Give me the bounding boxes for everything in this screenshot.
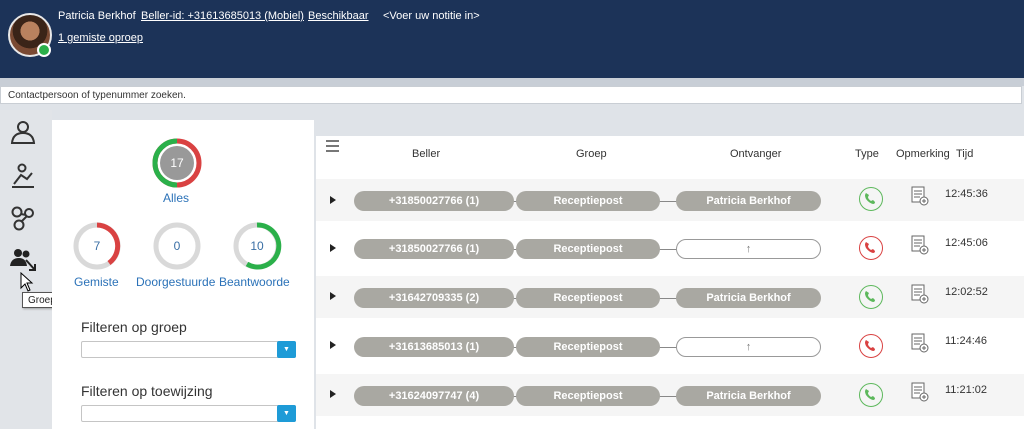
- presence-status-icon: [37, 43, 51, 57]
- add-note-icon[interactable]: [911, 333, 929, 353]
- expand-arrow-icon[interactable]: [330, 292, 336, 300]
- call-time: 12:45:06: [945, 237, 988, 249]
- mouse-cursor-icon: [20, 271, 34, 292]
- sidebar: [0, 110, 52, 429]
- group-pill[interactable]: Receptiepost: [516, 288, 660, 308]
- call-time: 12:45:36: [945, 188, 988, 200]
- header-type[interactable]: Type: [855, 148, 879, 160]
- call-stats-panel: 17 Alles 7 Gemiste 0 Doorgestuurde 10 Be…: [52, 120, 314, 429]
- missed-calls-link[interactable]: 1 gemiste oproep: [58, 32, 143, 44]
- expand-arrow-icon[interactable]: [330, 196, 336, 204]
- total-ring[interactable]: 17: [151, 137, 203, 189]
- assignment-filter-select[interactable]: ▼: [81, 405, 296, 422]
- transfer-icon[interactable]: [9, 162, 37, 190]
- add-note-icon[interactable]: [911, 382, 929, 402]
- contact-icon[interactable]: [9, 118, 37, 146]
- caller-pill[interactable]: +31613685013 (1): [354, 337, 514, 357]
- missed-count: 7: [93, 239, 101, 253]
- missed-ring[interactable]: 7: [72, 221, 122, 271]
- header-group[interactable]: Groep: [576, 148, 607, 160]
- receiver-pill[interactable]: ↑: [676, 337, 821, 357]
- call-time: 12:02:52: [945, 286, 988, 298]
- missed-label[interactable]: Gemiste: [74, 275, 119, 289]
- top-bar: Patricia Berkhof Beller-id: +31613685013…: [0, 0, 1024, 78]
- group-icon[interactable]: [9, 204, 37, 232]
- expand-arrow-icon[interactable]: [330, 341, 336, 349]
- header-receiver[interactable]: Ontvanger: [730, 148, 781, 160]
- receiver-pill[interactable]: Patricia Berkhof: [676, 191, 821, 211]
- assignment-filter-label: Filteren op toewijzing: [81, 383, 213, 399]
- search-input[interactable]: [0, 86, 1022, 104]
- group-pill[interactable]: Receptiepost: [516, 191, 660, 211]
- header-divider: [0, 78, 1024, 86]
- forwarded-ring[interactable]: 0: [152, 221, 202, 271]
- chevron-down-icon[interactable]: ▼: [277, 405, 296, 422]
- receiver-pill[interactable]: ↑: [676, 239, 821, 259]
- phone-icon: [859, 236, 883, 260]
- header-time[interactable]: Tijd: [956, 148, 973, 160]
- group-pill[interactable]: Receptiepost: [516, 386, 660, 406]
- receiver-pill[interactable]: Patricia Berkhof: [676, 386, 821, 406]
- group-pill[interactable]: Receptiepost: [516, 337, 660, 357]
- caller-pill[interactable]: +31850027766 (1): [354, 239, 514, 259]
- caller-pill[interactable]: +31850027766 (1): [354, 191, 514, 211]
- chevron-down-icon[interactable]: ▼: [277, 341, 296, 358]
- caller-pill[interactable]: +31642709335 (2): [354, 288, 514, 308]
- call-time: 11:21:02: [945, 384, 988, 396]
- status-link[interactable]: Beschikbaar: [308, 10, 369, 22]
- caller-id-link[interactable]: Beller-id: +31613685013 (Mobiel): [141, 10, 304, 22]
- group-pill[interactable]: Receptiepost: [516, 239, 660, 259]
- group-filter-select[interactable]: ▼: [81, 341, 296, 358]
- phone-icon: [859, 187, 883, 211]
- answered-label[interactable]: Beantwoorde: [219, 275, 290, 289]
- expand-arrow-icon[interactable]: [330, 390, 336, 398]
- note-field[interactable]: <Voer uw notitie in>: [383, 10, 480, 22]
- forwarded-label[interactable]: Doorgestuurde: [136, 275, 218, 289]
- add-note-icon[interactable]: [911, 235, 929, 255]
- phone-icon: [859, 285, 883, 309]
- menu-icon[interactable]: [326, 140, 339, 152]
- answered-ring[interactable]: 10: [232, 221, 282, 271]
- expand-arrow-icon[interactable]: [330, 244, 336, 252]
- header-note[interactable]: Opmerking: [896, 148, 950, 160]
- header-caller[interactable]: Beller: [412, 148, 440, 160]
- all-label[interactable]: Alles: [163, 191, 189, 205]
- add-note-icon[interactable]: [911, 284, 929, 304]
- receiver-pill[interactable]: Patricia Berkhof: [676, 288, 821, 308]
- phone-icon: [859, 334, 883, 358]
- group-log-icon[interactable]: [9, 246, 37, 274]
- phone-icon: [859, 383, 883, 407]
- forwarded-count: 0: [173, 239, 181, 253]
- call-time: 11:24:46: [945, 335, 988, 347]
- add-note-icon[interactable]: [911, 186, 929, 206]
- total-count: 17: [170, 156, 184, 170]
- group-filter-label: Filteren op groep: [81, 319, 187, 335]
- user-name: Patricia Berkhof: [58, 10, 136, 22]
- answered-count: 10: [250, 239, 264, 253]
- caller-pill[interactable]: +31624097747 (4): [354, 386, 514, 406]
